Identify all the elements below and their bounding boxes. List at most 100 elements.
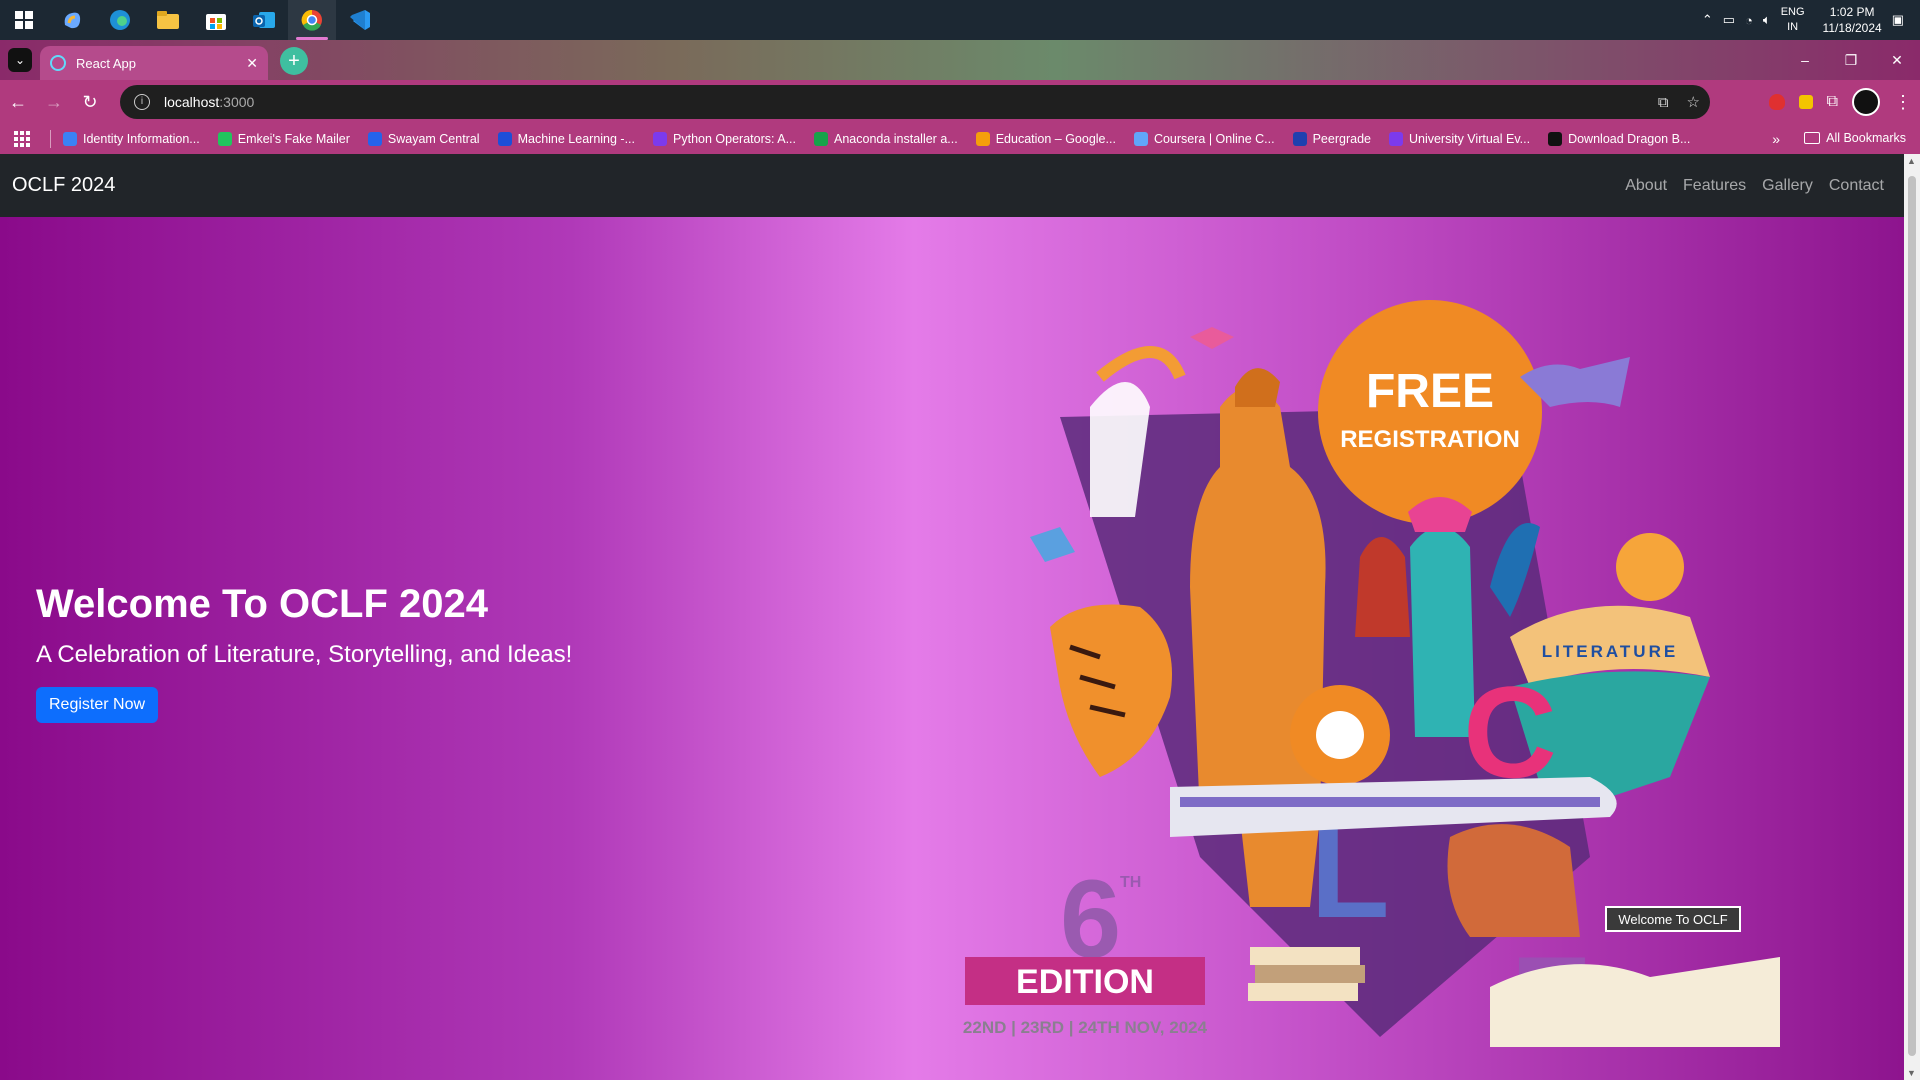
bookmark-item[interactable]: Anaconda installer a... [814,132,958,146]
extension-red-icon[interactable] [1768,94,1785,110]
more-bookmarks-icon[interactable]: » [1772,131,1780,147]
windows-taskbar: ⌃ ▭ ◔ 🔈︎ ENG IN 1:02 PM 11/18/2024 ▣ [0,0,1920,40]
nav-link-contact[interactable]: Contact [1829,177,1884,195]
profile-avatar[interactable] [1852,88,1880,116]
bookmarks-bar: Identity Information... Emkei's Fake Mail… [0,124,1920,154]
vscode-icon[interactable] [336,0,384,40]
notification-icon[interactable]: ▣ [1892,12,1904,28]
bookmark-favicon-icon [1388,132,1403,146]
nav-link-features[interactable]: Features [1683,177,1746,195]
scroll-down-icon[interactable]: ▼ [1907,1068,1916,1078]
clock-date: 11/18/2024 [1822,21,1882,35]
chrome-icon[interactable] [288,0,336,40]
hero-subtitle: A Celebration of Literature, Storytellin… [36,641,573,668]
react-favicon-icon [50,55,66,71]
close-window-icon[interactable]: ✕ [1874,40,1920,80]
all-bookmarks-button[interactable]: All Bookmarks [1804,131,1906,145]
welcome-tag-text: Welcome To OCLF [1618,912,1727,927]
book-stack-1 [1250,947,1360,965]
bookmark-favicon-icon [367,132,382,146]
bookmark-favicon-icon [975,132,990,146]
site-navbar: OCLF 2024 About Features Gallery Contact [0,154,1904,217]
microsoft-store-icon[interactable] [192,0,240,40]
copilot-icon[interactable] [48,0,96,40]
bookmark-item[interactable]: Machine Learning -... [497,132,636,146]
bookmark-favicon-icon [63,132,77,146]
clock[interactable]: 1:02 PM 11/18/2024 [1823,4,1882,36]
chrome-menu-icon[interactable]: ⋮ [1894,92,1912,113]
new-tab-button[interactable]: + [280,47,308,75]
close-tab-icon[interactable]: ✕ [246,55,258,72]
apps-grid-icon[interactable] [14,131,30,147]
back-icon[interactable]: ← [0,84,36,120]
bookmarks-divider [50,130,51,148]
turban-shape [1235,368,1280,407]
scrollbar-thumb[interactable] [1908,176,1916,1056]
reload-icon[interactable]: ↻ [72,84,108,120]
language-indicator[interactable]: ENG IN [1781,5,1805,35]
tab-search-icon[interactable]: ⌄ [8,48,32,72]
bookmark-item[interactable]: Peergrade [1292,132,1371,146]
region-code: IN [1787,21,1799,33]
train-windows [1180,797,1600,807]
horn-shape [1096,346,1186,382]
hero-section: Welcome To OCLF 2024 A Celebration of Li… [0,217,1904,1080]
volume-icon[interactable]: 🔈︎ [1763,12,1771,28]
bookmark-label: Anaconda installer a... [834,132,958,146]
navbar-brand[interactable]: OCLF 2024 [12,174,115,197]
edition-word: EDITION [1016,963,1154,1001]
bookmark-item[interactable]: Identity Information... [63,132,200,146]
bookmark-label: Swayam Central [387,132,480,146]
elephant-shape [1447,824,1580,937]
language-code: ENG [1780,6,1805,18]
tab-react-app[interactable]: React App ✕ [40,46,268,80]
extensions-puzzle-icon[interactable]: ⧉ [1827,93,1838,111]
outlook-icon[interactable] [240,0,288,40]
badge-line-1: FREE [1366,365,1494,418]
bookmark-label: Machine Learning -... [517,132,636,146]
edge-icon[interactable] [96,0,144,40]
hero-title: Welcome To OCLF 2024 [36,582,488,626]
forward-icon[interactable]: → [36,84,72,120]
restore-icon[interactable]: ❐ [1828,40,1874,80]
small-book-icon [1030,527,1075,562]
scroll-up-icon[interactable]: ▲ [1907,156,1916,166]
sun-emblem [1616,533,1684,601]
bookmark-label: Peergrade [1312,132,1371,146]
url-host: localhost [164,94,220,110]
bookmark-item[interactable]: Education – Google... [975,132,1116,146]
tab-title: React App [76,55,136,71]
windows-start-icon[interactable] [0,0,48,40]
open-book-bottom [1490,957,1780,1057]
bookmark-item[interactable]: University Virtual Ev... [1388,132,1530,146]
file-explorer-icon[interactable] [144,0,192,40]
all-bookmarks-label: All Bookmarks [1826,131,1906,145]
system-tray: ⌃ ▭ ◔ 🔈︎ ENG IN 1:02 PM 11/18/2024 ▣ [1702,0,1920,40]
page-scrollbar[interactable]: ▲ ▼ [1904,154,1920,1080]
bookmark-item[interactable]: Python Operators: A... [653,132,796,146]
minimize-icon[interactable]: – [1782,40,1828,80]
nav-link-gallery[interactable]: Gallery [1762,177,1813,195]
bookmark-favicon-icon [217,132,232,146]
extension-yellow-icon[interactable] [1798,95,1813,109]
site-info-icon[interactable]: i [134,94,150,110]
bookmark-label: Python Operators: A... [673,132,796,146]
bookmark-item[interactable]: Emkei's Fake Mailer [217,132,350,146]
window-controls: – ❐ ✕ [1782,40,1920,80]
badge-line-2: REGISTRATION [1340,426,1520,453]
wifi-icon[interactable]: ◔ [1745,13,1753,28]
battery-icon[interactable]: ▭ [1723,12,1735,28]
bookmark-item[interactable]: Download Dragon B... [1548,132,1690,146]
nav-link-about[interactable]: About [1625,177,1667,195]
bookmark-star-icon[interactable]: ☆ [1687,93,1700,111]
book-stack-2 [1255,965,1365,983]
install-app-icon[interactable]: ⧉ [1658,94,1669,111]
bookmark-item[interactable]: Coursera | Online C... [1133,132,1275,146]
letter-o-inner [1316,711,1364,759]
bookmark-item[interactable]: Swayam Central [367,132,480,146]
address-bar[interactable]: i localhost:3000 ⧉ ☆ [120,85,1710,119]
nav-links: About Features Gallery Contact [1625,154,1884,217]
register-now-button[interactable]: Register Now [36,687,159,723]
clock-time: 1:02 PM [1829,5,1875,19]
chevron-up-icon[interactable]: ⌃ [1702,12,1713,28]
